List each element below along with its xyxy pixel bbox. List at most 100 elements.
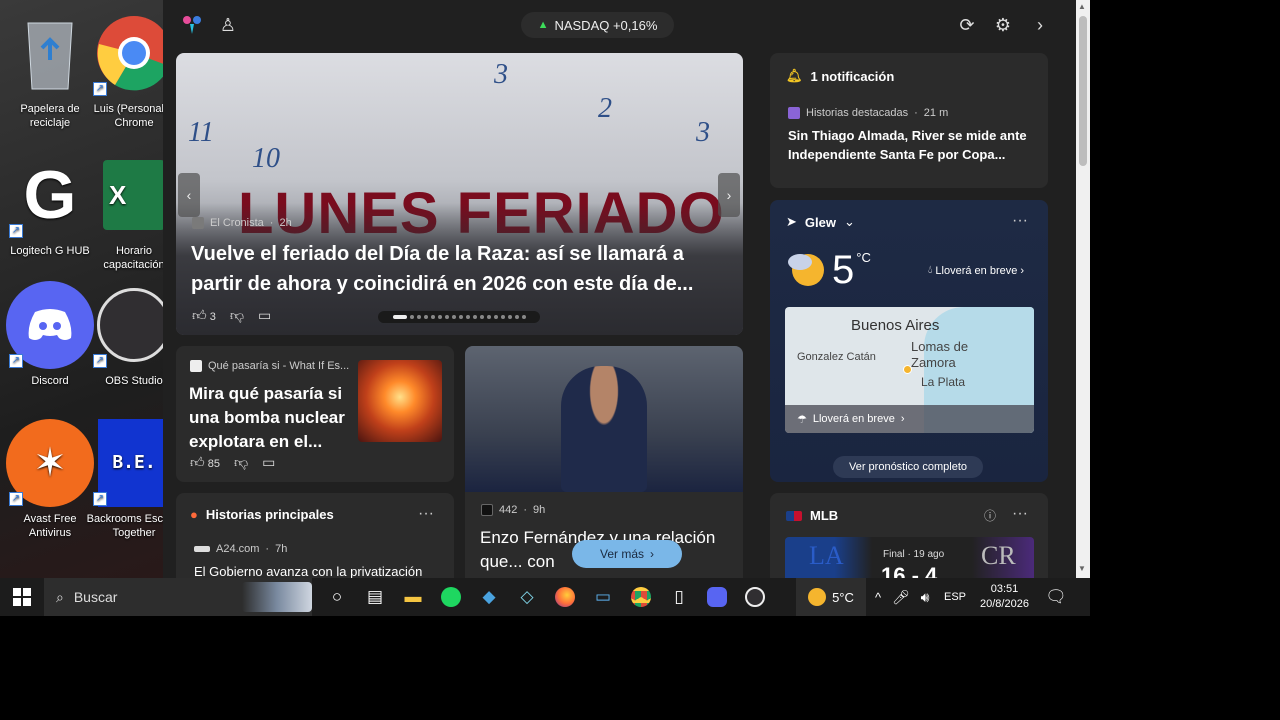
football-player-photo <box>465 346 743 492</box>
firefox-icon[interactable] <box>546 578 584 616</box>
hero-news-card[interactable]: 3 2 3 11 10 LUNES FERIADO ‹ › El Cronist… <box>176 53 743 335</box>
el-cronista-logo-icon <box>192 217 204 229</box>
scrollbar-thumb[interactable] <box>1079 16 1087 166</box>
game-score-strip[interactable]: LA Final · 19 ago 16 - 4 CR <box>785 537 1034 578</box>
more-options-icon[interactable]: ··· <box>418 505 434 523</box>
comment-icon[interactable]: ▭ <box>262 454 275 471</box>
next-slide-button[interactable]: › <box>718 173 740 217</box>
volume-icon[interactable]: 🔊︎ <box>912 578 938 616</box>
whatif-logo-icon <box>190 360 202 372</box>
stock-ticker[interactable]: ▲ NASDAQ +0,16% <box>521 12 674 38</box>
refresh-icon[interactable]: ⟳ <box>954 12 980 38</box>
slide-dot[interactable] <box>479 315 484 319</box>
slide-dot[interactable] <box>521 315 526 319</box>
top-story-headline[interactable]: El Gobierno avanza con la privatización <box>194 564 422 578</box>
bell-icon: 🔔︎ <box>786 68 803 83</box>
more-options-icon[interactable]: ··· <box>1012 212 1028 230</box>
search-highlight-image <box>242 582 312 612</box>
desktop-icon-recycle-bin[interactable]: Papelera de reciclaje <box>2 8 98 130</box>
widgets-logo-icon[interactable] <box>179 12 205 38</box>
start-button[interactable] <box>0 578 44 616</box>
slide-indicator[interactable] <box>378 311 540 323</box>
see-more-button[interactable]: Ver más › <box>572 540 682 568</box>
discord-taskbar-icon[interactable] <box>698 578 736 616</box>
slide-dot[interactable] <box>451 315 456 319</box>
taskbar-search[interactable]: ⌕ Buscar <box>44 578 312 616</box>
show-hidden-icons-chevron-icon[interactable]: ^ <box>866 578 890 616</box>
map-footer[interactable]: ☂ Lloverá en breve › <box>785 405 1034 433</box>
full-forecast-button[interactable]: Ver pronóstico completo <box>833 456 983 478</box>
info-icon[interactable]: ⓘ <box>984 507 996 524</box>
featured-stories-icon <box>788 107 800 119</box>
obs-taskbar-icon[interactable] <box>736 578 774 616</box>
thumbs-up-icon: 👍︎ <box>192 307 207 323</box>
dodgers-logo-icon: LA <box>809 541 844 570</box>
settings-gear-icon[interactable]: ⚙ <box>990 12 1016 38</box>
weather-temp: 5 °C <box>832 248 871 292</box>
chrome-taskbar-icon[interactable] <box>622 578 660 616</box>
panel-scrollbar[interactable]: ▲ ▼ <box>1076 0 1090 578</box>
slide-dot[interactable] <box>409 315 414 319</box>
more-options-icon[interactable]: ··· <box>1012 505 1028 523</box>
location-dot-icon <box>903 365 912 374</box>
spotify-icon[interactable] <box>432 578 470 616</box>
whatif-source: Qué pasaría si - What If Es... <box>190 360 350 372</box>
desktop-icon-avast[interactable]: ✶ ↗ Avast Free Antivirus <box>2 418 98 540</box>
weather-map[interactable]: Buenos Aires Gonzalez Catán Lomas de Zam… <box>785 307 1034 433</box>
weather-location[interactable]: ➤ Glew ⌄ <box>786 214 855 230</box>
scroll-up-arrow-icon[interactable]: ▲ <box>1078 2 1086 11</box>
slide-dot[interactable] <box>430 315 435 319</box>
like-button[interactable]: 👍︎ 85 <box>190 454 220 471</box>
dislike-button[interactable]: 👎︎ <box>230 307 244 324</box>
mlb-card[interactable]: MLB ⓘ ··· LA Final · 19 ago 16 - 4 CR <box>770 493 1048 578</box>
clock-number: 3 <box>494 59 508 90</box>
notification-text[interactable]: Sin Thiago Almada, River se mide ante In… <box>788 126 1034 164</box>
document-icon[interactable]: ▯ <box>660 578 698 616</box>
slide-dot[interactable] <box>472 315 477 319</box>
slide-dot[interactable] <box>423 315 428 319</box>
dislike-button[interactable]: 👎︎ <box>234 454 248 471</box>
task-view-icon[interactable]: ▤ <box>356 578 394 616</box>
file-explorer-icon[interactable]: ▬ <box>394 578 432 616</box>
notification-center-icon[interactable]: 🗨︎ <box>1037 578 1075 616</box>
notification-card[interactable]: 🔔︎ 1 notificación Historias destacadas ·… <box>770 53 1048 188</box>
map-label-east: Lomas de Zamora <box>911 339 969 370</box>
slide-dot[interactable] <box>486 315 491 319</box>
taskbar-weather[interactable]: 5°C <box>796 578 866 616</box>
add-widgets-icon[interactable]: ♙ <box>215 12 241 38</box>
whatif-headline[interactable]: Mira qué pasaría si una bomba nuclear ex… <box>189 382 359 454</box>
app-icon-window[interactable]: ▭ <box>584 578 622 616</box>
enzo-news-card[interactable]: 442 · 9h Enzo Fernández y una relación q… <box>465 346 743 578</box>
top-stories-card[interactable]: ● Historias principales ··· A24.com · 7h… <box>176 493 454 578</box>
rockies-logo-icon: CR <box>981 541 1016 570</box>
discord-icon: ↗ <box>5 280 95 370</box>
clock[interactable]: 03:51 20/8/2026 <box>980 582 1029 612</box>
comment-icon[interactable]: ▭ <box>258 307 271 324</box>
slide-dot[interactable] <box>507 315 512 319</box>
language-indicator[interactable]: ESP <box>944 591 966 603</box>
weather-card[interactable]: ➤ Glew ⌄ ··· 5 °C 💧︎ Lloverá en breve › B… <box>770 200 1048 482</box>
chevron-right-icon[interactable]: › <box>1027 12 1053 38</box>
slide-dot[interactable] <box>458 315 463 319</box>
desktop-icon-logitech[interactable]: G ↗ Logitech G HUB <box>2 150 98 258</box>
slide-dot[interactable] <box>416 315 421 319</box>
whatif-news-card[interactable]: Qué pasaría si - What If Es... Mira qué … <box>176 346 454 482</box>
slide-dot[interactable] <box>500 315 505 319</box>
app-icon-cyan[interactable]: ◇ <box>508 578 546 616</box>
app-icon-blue[interactable]: ◆ <box>470 578 508 616</box>
slide-dot[interactable] <box>514 315 519 319</box>
rain-soon-link[interactable]: 💧︎ Lloverá en breve › <box>928 264 1024 277</box>
slide-dot[interactable] <box>392 315 407 319</box>
desktop-icon-discord[interactable]: ↗ Discord <box>2 280 98 388</box>
like-button[interactable]: 👍︎ 3 <box>192 307 216 324</box>
slide-dot[interactable] <box>444 315 449 319</box>
442-logo-icon <box>481 504 493 516</box>
slide-dot[interactable] <box>465 315 470 319</box>
slide-dot[interactable] <box>493 315 498 319</box>
scroll-down-arrow-icon[interactable]: ▼ <box>1078 564 1086 573</box>
hero-headline[interactable]: Vuelve el feriado del Día de la Raza: as… <box>191 239 736 299</box>
slide-dot[interactable] <box>437 315 442 319</box>
prev-slide-button[interactable]: ‹ <box>178 173 200 217</box>
cortana-icon[interactable]: ○ <box>318 578 356 616</box>
microphone-icon[interactable]: 🎤︎ <box>890 578 912 616</box>
